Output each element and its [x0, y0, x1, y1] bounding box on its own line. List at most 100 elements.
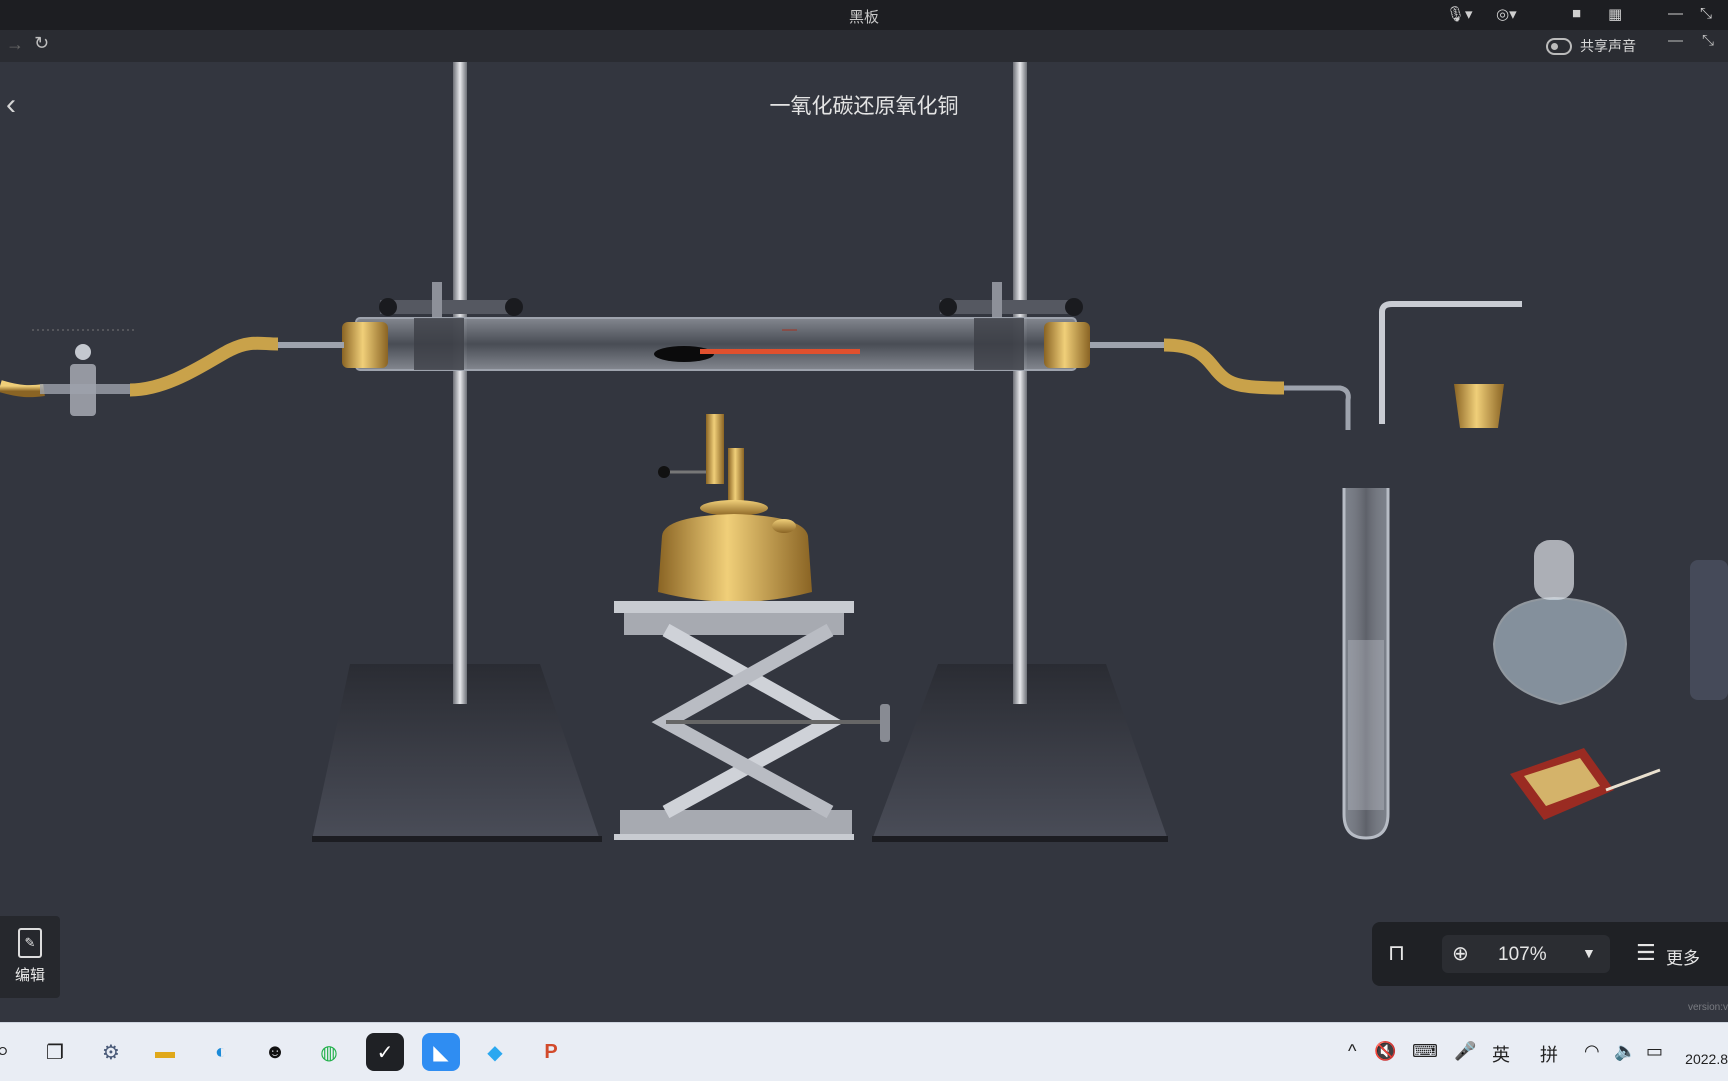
version-label: version:v — [1687, 1002, 1728, 1013]
unlock-icon[interactable]: ⊓ — [1388, 940, 1405, 966]
tube-clamp-band-left — [414, 318, 464, 370]
forward-icon[interactable]: → — [6, 34, 24, 55]
lamp-lever-knob — [658, 466, 670, 478]
meeting-app-icon[interactable]: ◣ — [422, 1033, 460, 1071]
iron-stand-left[interactable] — [312, 62, 602, 842]
toggle-icon[interactable] — [1546, 37, 1572, 55]
zoom-bar: ⊓ ⊕ 107% ▼ ☰ 更多 — [1372, 922, 1728, 986]
outlet-hose — [1163, 338, 1285, 395]
jack-base-plate — [614, 834, 854, 840]
volume-muted-icon[interactable]: 🔈 — [1614, 1041, 1636, 1062]
powerpoint-icon[interactable]: P — [532, 1033, 570, 1071]
grid-icon[interactable]: ▦ — [1608, 5, 1622, 23]
edit-button[interactable]: ✎ 编辑 — [0, 916, 60, 998]
jack-knob[interactable] — [880, 704, 890, 742]
lamp-glass-body — [1492, 596, 1628, 706]
wifi-icon[interactable]: ◠ — [1584, 1041, 1600, 1062]
clamp-left-post — [432, 282, 442, 318]
zoom-selector[interactable]: ⊕ 107% ▼ — [1442, 935, 1610, 973]
match-stick — [1605, 768, 1661, 792]
tube-clamp-band-right — [974, 318, 1024, 370]
wechat-icon[interactable]: ◍ — [310, 1033, 348, 1071]
test-tube-liquid — [1348, 640, 1384, 810]
clamp-right-post — [992, 282, 1002, 318]
whiteboard-app-icon[interactable]: ◆ — [476, 1033, 514, 1071]
test-tube[interactable] — [1342, 488, 1390, 840]
temperature-label: — — [782, 321, 797, 338]
reagent-bottle-partial[interactable] — [1690, 560, 1728, 700]
video-icon[interactable]: ■ — [1572, 5, 1581, 22]
battery-icon[interactable]: ▭ — [1646, 1041, 1663, 1062]
taskbar: ⌕ ❐ ⚙ ▬ ◐ ☻ ◍ ✓ ◣ ◆ P ^ 🔇 ⌨ 🎤 英 拼 ◠ 🔈 ▭ … — [0, 1022, 1728, 1081]
minimize-panel-icon[interactable]: — — [1668, 32, 1683, 49]
stand-base-left-edge — [312, 836, 602, 842]
list-icon[interactable]: ☰ — [1636, 940, 1656, 966]
hard-glass-tube[interactable]: — — [355, 317, 1077, 371]
mic-icon[interactable]: 🎤 — [1454, 1041, 1476, 1062]
locate-icon[interactable]: ⊕ — [1452, 941, 1469, 966]
clamp-right-screw-2 — [1065, 298, 1083, 316]
lab-jack[interactable] — [614, 601, 890, 840]
more-label[interactable]: 更多 — [1666, 944, 1700, 969]
browser-toolbar: → ↻ — ⤡ — [0, 30, 1728, 62]
search-icon[interactable]: ⌕ — [0, 1037, 9, 1065]
rubber-stopper-spare[interactable] — [1454, 384, 1504, 428]
mic-muted-icon[interactable]: 🎙▾ — [1446, 5, 1473, 23]
blackboard-app-icon[interactable]: ✓ — [366, 1033, 404, 1071]
collapse-icon[interactable]: ⤡ — [1702, 32, 1714, 49]
chevron-down-icon[interactable]: ▼ — [1582, 945, 1596, 961]
share-audio-label: 共享声音 — [1580, 38, 1636, 54]
stopper-left[interactable] — [342, 322, 388, 368]
qq-icon[interactable]: ☻ — [256, 1033, 294, 1071]
edit-label: 编辑 — [14, 967, 45, 984]
file-explorer-icon[interactable]: ▬ — [146, 1033, 184, 1071]
matchbox[interactable] — [1510, 748, 1661, 820]
keyboard-icon[interactable]: ⌨ — [1412, 1041, 1438, 1062]
share-audio-toggle[interactable]: 共享声音 — [1546, 36, 1636, 56]
clamp-left[interactable] — [379, 282, 523, 318]
camera-muted-icon[interactable]: ◎▾ — [1496, 5, 1517, 23]
restore-icon[interactable]: ⤡ — [1700, 5, 1712, 22]
stand-rod-right — [1013, 62, 1027, 704]
ime-lang[interactable]: 英 — [1492, 1041, 1510, 1067]
alcohol-lamp-brass[interactable] — [658, 414, 812, 602]
experiment-title: 一氧化碳还原氧化铜 — [769, 95, 959, 118]
edge-browser-icon[interactable]: ◐ — [202, 1033, 240, 1071]
jack-top-rail — [624, 613, 844, 635]
jack-bottom-rail — [620, 810, 852, 834]
experiment-canvas: — — [0, 62, 1728, 842]
zoom-level: 107% — [1498, 944, 1547, 965]
lamp-chimney-tall — [706, 414, 724, 484]
lamp-glass-cap — [1534, 540, 1574, 600]
stopcock-pipe — [40, 384, 130, 394]
inlet-hose-right — [129, 336, 279, 397]
tray-chevron-up-icon[interactable]: ^ — [1348, 1041, 1356, 1062]
heated-zone — [700, 349, 860, 354]
stopper-right[interactable] — [1044, 322, 1090, 368]
stand-rod-left — [453, 62, 467, 704]
title-bar: 黑板 🎙▾ ◎▾ ■ ▦ — ⤡ — [0, 0, 1728, 30]
stopcock-knob — [75, 344, 91, 360]
minimize-icon[interactable]: — — [1668, 5, 1683, 22]
clamp-right-bar — [940, 300, 1080, 314]
alcohol-lamp-glass[interactable] — [1492, 540, 1628, 706]
clock[interactable]: 2022.8 — [1685, 1051, 1728, 1067]
task-view-icon[interactable]: ❐ — [36, 1033, 74, 1071]
settings-icon[interactable]: ⚙ — [92, 1033, 130, 1071]
clamp-right-screw — [939, 298, 957, 316]
lamp-collar — [700, 500, 768, 516]
clamp-left-bar — [380, 300, 520, 314]
ime-mode[interactable]: 拼 — [1540, 1041, 1558, 1067]
refresh-icon[interactable]: ↻ — [34, 33, 49, 54]
outlet-bent-tube — [1284, 385, 1351, 430]
stand-base-right-edge — [872, 836, 1168, 842]
inlet-tubing[interactable] — [0, 329, 344, 416]
clamp-left-screw-2 — [505, 298, 523, 316]
mute-icon[interactable]: 🔇 — [1374, 1041, 1396, 1062]
clamp-left-screw — [379, 298, 397, 316]
outlet-tubing[interactable] — [1090, 338, 1351, 430]
iron-stand-right[interactable] — [872, 62, 1168, 842]
jack-top-plate — [614, 601, 854, 613]
clamp-right[interactable] — [939, 282, 1083, 318]
lamp-cap — [772, 519, 796, 533]
